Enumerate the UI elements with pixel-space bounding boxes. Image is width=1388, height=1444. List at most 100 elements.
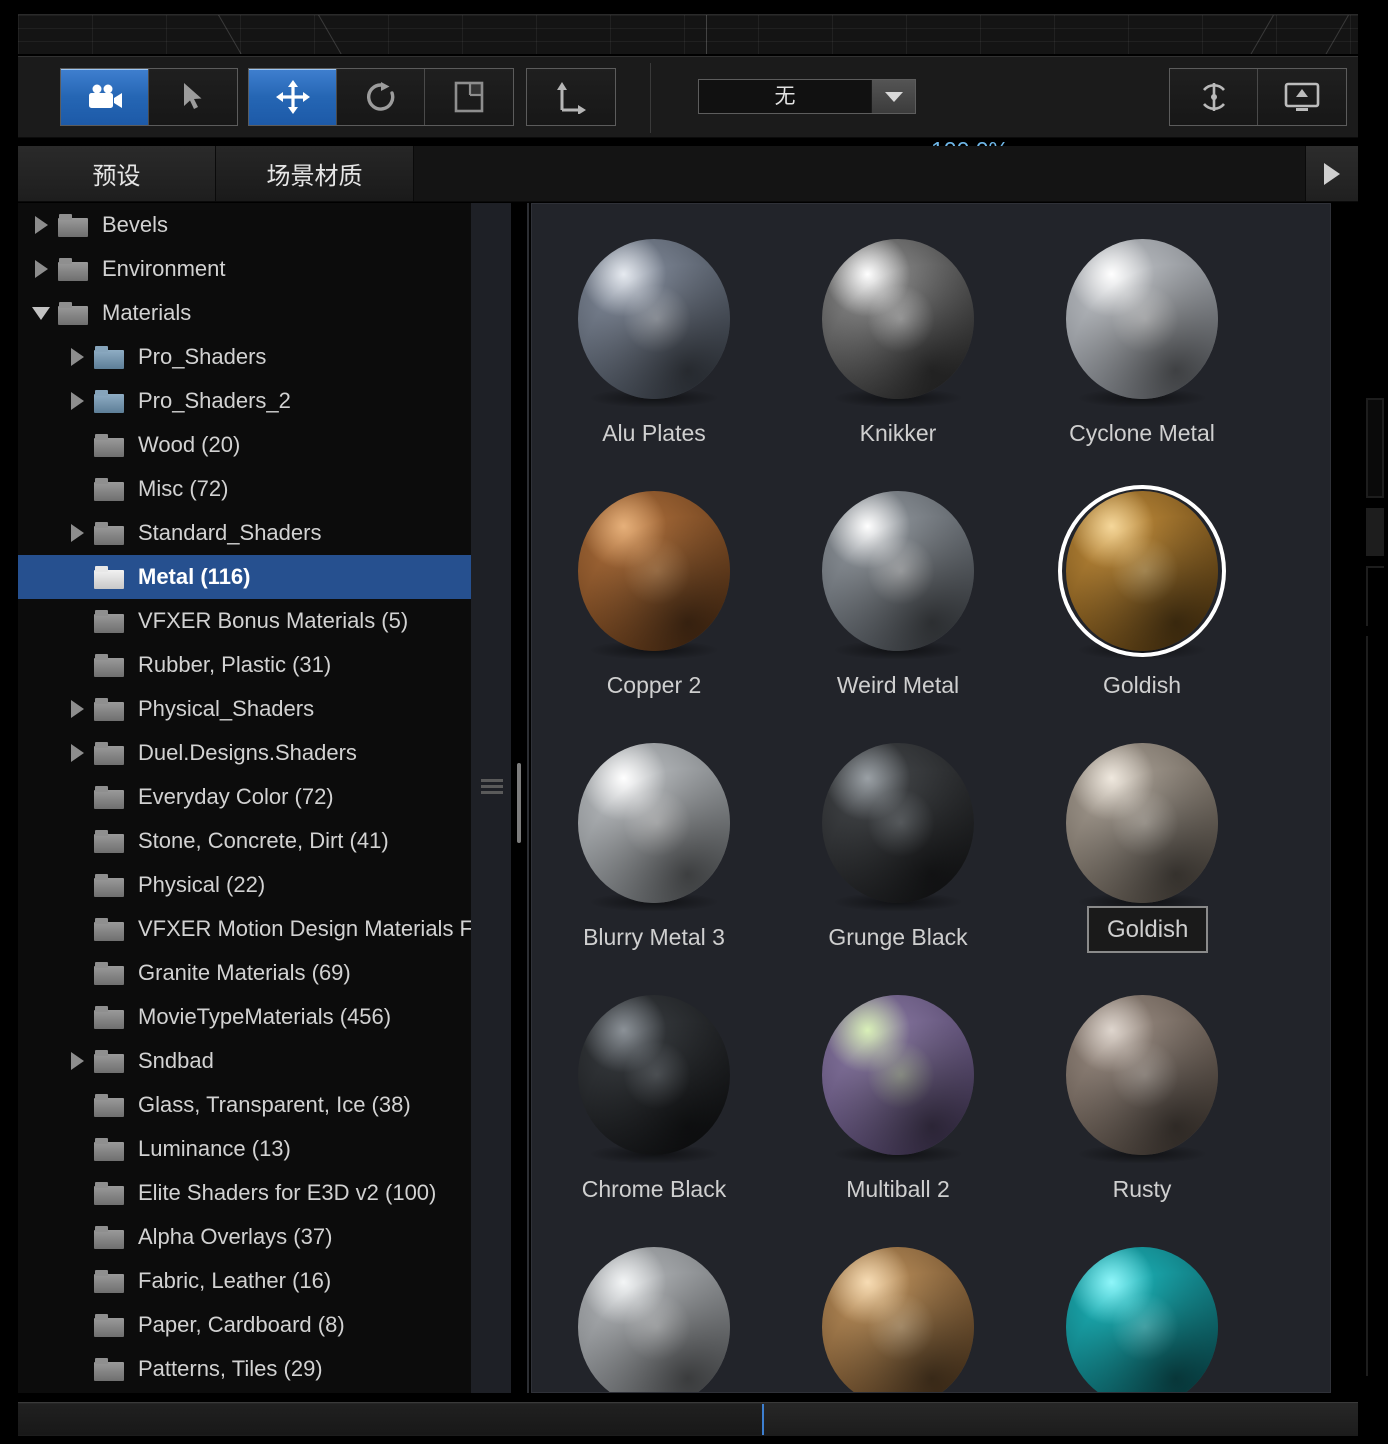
outer-scroll-segment[interactable] <box>1366 398 1384 498</box>
scale-tool-button[interactable] <box>425 69 513 125</box>
material-thumbnail[interactable] <box>572 988 736 1164</box>
material-thumbnail[interactable] <box>816 484 980 660</box>
material-cell[interactable] <box>532 1232 776 1392</box>
material-thumbnail[interactable] <box>572 232 736 408</box>
material-thumbnail[interactable] <box>1060 988 1224 1164</box>
outer-scroll-thumb[interactable] <box>1366 508 1384 556</box>
axis-tool-button[interactable] <box>527 69 615 125</box>
splitter-bar <box>471 203 511 1393</box>
viewport-grid-diagonal <box>1243 15 1274 54</box>
material-sphere <box>578 995 730 1155</box>
tree-item[interactable]: Everyday Color (72) <box>18 775 471 819</box>
material-cell[interactable]: Blurry Metal 3 <box>532 728 776 980</box>
material-thumbnail[interactable] <box>572 1240 736 1392</box>
tree-item[interactable]: Pro_Shaders <box>18 335 471 379</box>
material-thumbnail[interactable] <box>816 736 980 912</box>
material-cell[interactable] <box>1020 1232 1264 1392</box>
material-thumbnail[interactable] <box>572 484 736 660</box>
tree-item[interactable]: Sndbad <box>18 1039 471 1083</box>
material-thumbnail[interactable] <box>816 232 980 408</box>
tree-item[interactable]: Bevels <box>18 203 471 247</box>
play-arrow-icon <box>1324 162 1340 185</box>
tree-item[interactable]: MovieTypeMaterials (456) <box>18 995 471 1039</box>
tab-label: 场景材质 <box>266 163 363 190</box>
tree-item[interactable]: Materials <box>18 291 471 335</box>
tree-item[interactable]: Granite Materials (69) <box>18 951 471 995</box>
folder-tree[interactable]: Bevels Environment Materials Pro_Shaders Pro… <box>18 203 471 1393</box>
tree-item[interactable]: Luminance (13) <box>18 1127 471 1171</box>
chevron-right-icon[interactable] <box>60 392 94 410</box>
tree-item[interactable]: Stone, Concrete, Dirt (41) <box>18 819 471 863</box>
tree-item[interactable]: VFXER Motion Design Materials F <box>18 907 471 951</box>
material-thumbnail[interactable] <box>816 988 980 1164</box>
material-sphere <box>1066 743 1218 903</box>
chevron-right-icon[interactable] <box>60 348 94 366</box>
folder-icon <box>94 1181 124 1205</box>
tree-item[interactable]: Metal (116) <box>18 555 471 599</box>
tree-item[interactable]: Physical (22) <box>18 863 471 907</box>
tree-item[interactable]: Environment <box>18 247 471 291</box>
tree-item-label: Glass, Transparent, Ice (38) <box>138 1092 411 1117</box>
material-cell[interactable]: Goldish <box>1020 476 1264 728</box>
material-cell[interactable]: Knikker <box>776 224 1020 476</box>
panel-splitter[interactable] <box>471 203 531 1393</box>
move-tool-button[interactable] <box>249 69 337 125</box>
tree-item[interactable]: VFXER Bonus Materials (5) <box>18 599 471 643</box>
camera-tool-button[interactable] <box>61 69 149 125</box>
chevron-right-icon[interactable] <box>60 1052 94 1070</box>
tree-item[interactable]: Duel.Designs.Shaders <box>18 731 471 775</box>
tree-item[interactable]: Wood (20) <box>18 423 471 467</box>
material-thumbnail[interactable] <box>572 736 736 912</box>
material-cell[interactable]: Grunge Black <box>776 728 1020 980</box>
tree-item[interactable]: Pro_Shaders_2 <box>18 379 471 423</box>
material-thumbnail[interactable] <box>1058 484 1226 660</box>
tree-item[interactable]: Standard_Shaders <box>18 511 471 555</box>
tree-item[interactable]: Alpha Overlays (37) <box>18 1215 471 1259</box>
viewport-preview[interactable] <box>18 14 1358 54</box>
material-thumbnail[interactable] <box>1060 232 1224 408</box>
material-source-dropdown[interactable]: 无 <box>698 79 916 114</box>
select-tool-button[interactable] <box>149 69 237 125</box>
chevron-right-icon[interactable] <box>60 524 94 542</box>
material-thumbnail[interactable] <box>1060 736 1224 912</box>
material-cell[interactable]: Chrome Black <box>532 980 776 1232</box>
tree-item[interactable]: Misc (72) <box>18 467 471 511</box>
chevron-right-icon[interactable] <box>24 216 58 234</box>
axis-arrow-icon <box>554 80 588 114</box>
tree-item[interactable]: Patterns, Tiles (29) <box>18 1347 471 1391</box>
focus-target-button[interactable] <box>1170 69 1258 125</box>
material-cell[interactable] <box>776 1232 1020 1392</box>
tab-label: 预设 <box>92 163 141 190</box>
rotate-tool-button[interactable] <box>337 69 425 125</box>
tree-item-label: Stone, Concrete, Dirt (41) <box>138 828 389 853</box>
tree-item[interactable]: Paper, Cardboard (8) <box>18 1303 471 1347</box>
tree-item[interactable]: Fabric, Leather (16) <box>18 1259 471 1303</box>
material-cell[interactable]: Cyclone Metal <box>1020 224 1264 476</box>
material-cell[interactable]: Weird Metal <box>776 476 1020 728</box>
tree-item[interactable]: Physical_Shaders <box>18 687 471 731</box>
folder-icon <box>94 785 124 809</box>
main-toolbar: 无 100.0% <box>18 56 1358 168</box>
tree-item[interactable]: Elite Shaders for E3D v2 (100) <box>18 1171 471 1215</box>
material-thumbnail[interactable] <box>1060 1240 1224 1392</box>
tree-item-label: Luminance (13) <box>138 1136 291 1161</box>
tab-presets[interactable]: 预设 <box>18 146 216 201</box>
material-label: Grunge Black <box>828 924 968 950</box>
material-cell[interactable]: Rusty <box>1020 980 1264 1232</box>
material-cell[interactable]: Multiball 2 <box>776 980 1020 1232</box>
material-thumbnail[interactable] <box>816 1240 980 1392</box>
material-label: Copper 2 <box>606 672 702 698</box>
tree-item[interactable]: Rubber, Plastic (31) <box>18 643 471 687</box>
tab-scene-materials[interactable]: 场景材质 <box>216 146 414 201</box>
tree-item[interactable]: Glass, Transparent, Ice (38) <box>18 1083 471 1127</box>
chevron-right-icon[interactable] <box>60 700 94 718</box>
chevron-down-icon[interactable] <box>871 80 915 113</box>
tabbar-overflow-button[interactable] <box>1306 146 1358 201</box>
material-cell[interactable]: Alu Plates <box>532 224 776 476</box>
chevron-down-icon[interactable] <box>24 306 58 320</box>
splitter-grip-icon[interactable] <box>481 779 503 795</box>
material-cell[interactable]: Copper 2 <box>532 476 776 728</box>
render-view-button[interactable] <box>1258 69 1346 125</box>
chevron-right-icon[interactable] <box>24 260 58 278</box>
chevron-right-icon[interactable] <box>60 744 94 762</box>
